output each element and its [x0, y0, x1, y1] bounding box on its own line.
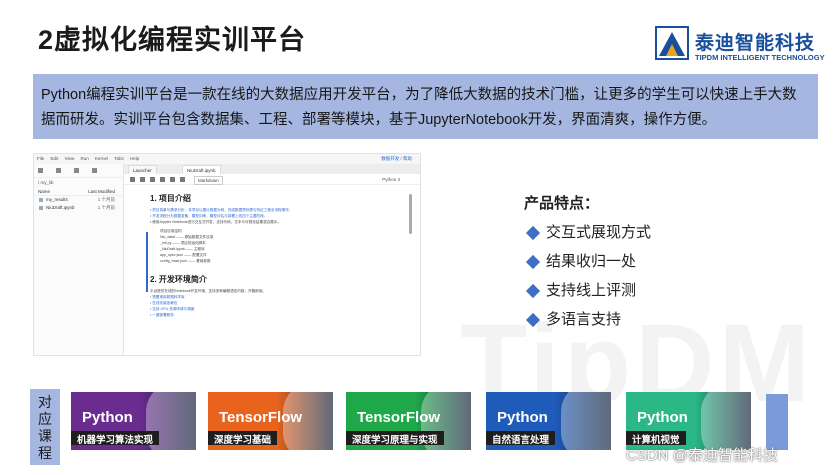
course-title: 计算机视觉	[626, 431, 686, 446]
course-card[interactable]: TensorFlow 深度学习基础	[208, 392, 333, 450]
tipdm-logo-icon	[655, 26, 689, 60]
col-modified[interactable]: Last Modified	[88, 189, 115, 194]
list-item[interactable]: my_results 1 个月前	[34, 196, 123, 204]
new-folder-icon[interactable]	[56, 168, 61, 173]
page-title: 2虚拟化编程实训平台	[38, 25, 307, 55]
refresh-icon[interactable]	[92, 168, 97, 173]
file-browser: / my_lib Name Last Modified my_results 1…	[34, 164, 124, 355]
csdn-watermark: CSDN @泰迪智能科技	[626, 447, 778, 464]
diamond-bullet-icon	[525, 312, 541, 328]
menu-file[interactable]: File	[37, 156, 44, 161]
cell-type-select[interactable]: Markdown	[194, 176, 223, 185]
courses-label: 对应课程	[30, 389, 60, 465]
notebook-area: Launcher NiuDraft.ipynb Markdown Python …	[124, 164, 420, 355]
notebook-content: 1. 项目介绍 • 项目背景与需求分析，本项目以图片数据为例，完成数据预处理与特…	[144, 188, 414, 355]
menu-edit[interactable]: Edit	[51, 156, 59, 161]
course-title: 深度学习基础	[208, 431, 278, 446]
intro-text: Python编程实训平台是一款在线的大数据应用开发平台，为了降低大数据的技术门槛…	[41, 87, 797, 128]
menu-run[interactable]: Run	[81, 156, 89, 161]
features-title: 产品特点：	[524, 195, 600, 212]
upload-icon[interactable]	[74, 168, 79, 173]
notebook-tabs: Launcher NiuDraft.ipynb	[124, 164, 420, 174]
course-lang: TensorFlow	[219, 409, 303, 426]
course-card[interactable]: TensorFlow 深度学习原理与实现	[346, 392, 471, 450]
course-lang: Python	[637, 409, 688, 426]
notebook-toolbar: Markdown Python 3	[124, 174, 420, 185]
cut-icon[interactable]	[150, 177, 155, 182]
course-card[interactable]: Python 自然语言处理	[486, 392, 611, 450]
feature-item: 支持线上评测	[524, 281, 784, 310]
file-modified: 1 个月前	[97, 205, 115, 210]
stop-icon[interactable]	[170, 177, 175, 182]
feature-text: 多语言支持	[546, 311, 622, 328]
file-name: my_results	[46, 197, 68, 202]
screenshot-top-links[interactable]: 数据开发 / 帮助	[381, 156, 412, 162]
course-card[interactable]: Python 机器学习算法实现	[71, 392, 196, 450]
cell-selection-bar	[146, 232, 148, 292]
course-lang: Python	[497, 409, 548, 426]
restart-icon[interactable]	[180, 177, 185, 182]
tab-notebook[interactable]: NiuDraft.ipynb	[182, 165, 221, 174]
diamond-bullet-icon	[525, 225, 541, 241]
logo-text-en: TIPDM INTELLIGENT TECHNOLOGY	[695, 53, 825, 62]
header: 2虚拟化编程实训平台 泰迪智能科技 TIPDM INTELLIGENT TECH…	[0, 0, 834, 70]
list-item[interactable]: NiuDraft.ipynb 1 个月前	[34, 204, 123, 212]
card-edge	[766, 394, 788, 450]
course-lang: TensorFlow	[357, 409, 441, 426]
feature-item: 交互式展现方式	[524, 223, 784, 252]
notebook-line: • 一键部署服务	[150, 313, 174, 317]
diamond-bullet-icon	[525, 283, 541, 299]
feature-text: 支持线上评测	[546, 282, 637, 299]
feature-item: 结果收归一处	[524, 252, 784, 281]
feature-text: 结果收归一处	[546, 253, 637, 270]
diamond-bullet-icon	[525, 254, 541, 270]
course-title: 自然语言处理	[486, 431, 556, 446]
intro-banner: Python编程实训平台是一款在线的大数据应用开发平台，为了降低大数据的技术门槛…	[33, 74, 818, 139]
tab-launcher[interactable]: Launcher	[128, 165, 157, 174]
run-icon[interactable]	[160, 177, 165, 182]
file-name: NiuDraft.ipynb	[46, 205, 75, 210]
notebook-line: • 使用Jupyter Notebook进行交互式开发，支持代码、文本与可视化结…	[150, 220, 282, 224]
menu-view[interactable]: View	[65, 156, 75, 161]
feature-text: 交互式展现方式	[546, 224, 652, 241]
product-features: 产品特点： 交互式展现方式 结果收归一处 支持线上评测 多语言支持	[524, 192, 784, 339]
notebook-cell[interactable]: 项目目录结构 Niu_data/ —— 原始数据文件目录 _init.py ——…	[146, 228, 408, 292]
menu-kernel[interactable]: Kernel	[95, 156, 108, 161]
col-name[interactable]: Name	[38, 189, 50, 194]
folder-icon[interactable]	[38, 168, 43, 173]
breadcrumb[interactable]: / my_lib	[34, 178, 123, 187]
logo-text-cn: 泰迪智能科技	[695, 33, 816, 54]
courses-label-text: 对应课程	[38, 394, 52, 461]
notebook-heading: 2. 开发环境简介	[150, 275, 207, 284]
menu-tabs[interactable]: Tabs	[114, 156, 124, 161]
add-cell-icon[interactable]	[140, 177, 145, 182]
file-browser-toolbar	[34, 164, 123, 178]
file-list-header: Name Last Modified	[34, 187, 123, 196]
card-decoration	[701, 392, 751, 450]
company-logo: 泰迪智能科技 TIPDM INTELLIGENT TECHNOLOGY	[655, 26, 833, 66]
course-title: 机器学习算法实现	[71, 431, 160, 446]
notebook-line: config_base.json —— 基础参数	[160, 259, 211, 263]
notebook-heading: 1. 项目介绍	[150, 194, 191, 203]
kernel-status: Python 3	[382, 177, 400, 182]
course-card[interactable]: Python 计算机视觉	[626, 392, 751, 450]
course-title: 深度学习原理与实现	[346, 431, 444, 446]
platform-screenshot: File Edit View Run Kernel Tabs Help 数据开发…	[33, 153, 421, 356]
screenshot-menubar: File Edit View Run Kernel Tabs Help	[34, 154, 420, 164]
feature-item: 多语言支持	[524, 310, 784, 339]
menu-help[interactable]: Help	[130, 156, 139, 161]
card-decoration	[561, 392, 611, 450]
file-modified: 1 个月前	[97, 197, 115, 202]
course-lang: Python	[82, 409, 133, 426]
save-icon[interactable]	[130, 177, 135, 182]
